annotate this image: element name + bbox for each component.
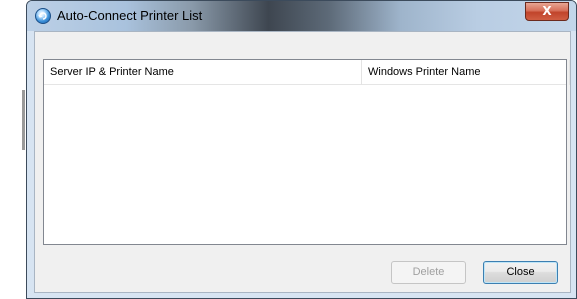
list-body[interactable] [44, 85, 566, 244]
close-icon: X [542, 4, 552, 18]
printer-list[interactable]: Server IP & Printer Name Windows Printer… [43, 59, 570, 245]
column-header-label: Server IP & Printer Name [50, 66, 174, 78]
close-button[interactable]: Close [483, 261, 558, 284]
title-bar[interactable]: Auto-Connect Printer List X [27, 1, 576, 31]
column-header-windows-printer-name[interactable]: Windows Printer Name [362, 60, 570, 85]
dialog-window: Auto-Connect Printer List X Server IP & … [26, 0, 577, 299]
background-window-edge [22, 90, 25, 150]
column-header-label: Windows Printer Name [368, 66, 481, 78]
column-header-server-ip-printer-name[interactable]: Server IP & Printer Name [44, 60, 362, 85]
app-icon [35, 8, 51, 24]
list-header: Server IP & Printer Name Windows Printer… [44, 60, 570, 85]
dialog-client-area: Server IP & Printer Name Windows Printer… [34, 31, 571, 293]
window-title: Auto-Connect Printer List [57, 8, 203, 23]
delete-button[interactable]: Delete [391, 261, 466, 284]
window-close-button[interactable]: X [525, 2, 569, 21]
